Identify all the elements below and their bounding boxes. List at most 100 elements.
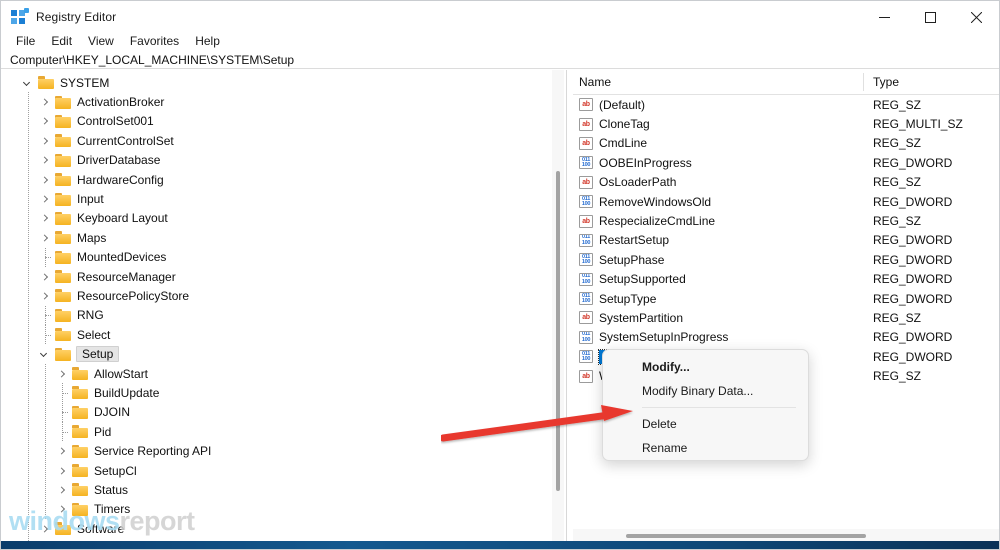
chevron-right-icon[interactable] <box>40 137 49 145</box>
chevron-right-icon[interactable] <box>40 98 49 106</box>
tree-item-maps[interactable]: Maps <box>2 228 566 247</box>
chevron-right-icon[interactable] <box>40 117 49 126</box>
chevron-right-icon[interactable] <box>57 505 66 513</box>
chevron-down-icon[interactable] <box>39 350 48 358</box>
context-menu-item-rename[interactable]: Rename <box>603 436 808 460</box>
address-bar[interactable]: Computer\HKEY_LOCAL_MACHINE\SYSTEM\Setup <box>1 51 999 69</box>
value-row[interactable]: 011 100 RemoveWindowsOld REG_DWORD <box>573 192 999 211</box>
chevron-right-icon[interactable] <box>40 195 49 203</box>
context-menu-item-modify-binary-data[interactable]: Modify Binary Data... <box>603 379 808 403</box>
dword-value-icon: 011 100 <box>579 272 593 286</box>
dword-value-icon: 011 100 <box>579 195 593 209</box>
tree-item-pid[interactable]: Pid <box>2 422 566 442</box>
tree-item-keyboard-layout[interactable]: Keyboard Layout <box>2 209 566 228</box>
tree-item-allowstart[interactable]: AllowStart <box>2 364 566 383</box>
registry-editor-window: Registry Editor File Edit View Favorites… <box>0 0 1000 550</box>
folder-icon <box>55 270 71 284</box>
menu-favorites[interactable]: Favorites <box>122 32 187 50</box>
value-row[interactable]: ab RespecializeCmdLine REG_SZ <box>573 211 999 230</box>
string-value-icon: ab <box>579 214 593 228</box>
tree-item-timers[interactable]: Timers <box>2 500 566 519</box>
folder-icon <box>72 444 88 458</box>
minimize-icon[interactable] <box>861 1 907 33</box>
context-menu-item-modify[interactable]: Modify... <box>603 355 808 379</box>
tree-item-input[interactable]: Input <box>2 189 566 208</box>
chevron-right-icon[interactable] <box>40 214 49 222</box>
registry-values-pane[interactable]: Name Type ab (Default) REG_SZab CloneTag REG… <box>573 70 999 543</box>
values-scrollbar-thumb[interactable] <box>626 534 866 538</box>
chevron-right-icon[interactable] <box>57 486 66 494</box>
tree-item-label: Service Reporting API <box>94 444 212 459</box>
tree-item-hardwareconfig[interactable]: HardwareConfig <box>2 170 566 189</box>
tree-connector-stub <box>62 412 68 414</box>
chevron-right-icon[interactable] <box>40 525 49 533</box>
string-value-icon: ab <box>579 117 593 131</box>
value-row[interactable]: ab (Default) REG_SZ <box>573 95 999 114</box>
value-row[interactable]: 011 100 SetupType REG_DWORD <box>573 289 999 308</box>
tree-item-label: Keyboard Layout <box>77 211 168 226</box>
maximize-icon[interactable] <box>907 1 953 33</box>
value-row[interactable]: 011 100 OOBEInProgress REG_DWORD <box>573 153 999 172</box>
chevron-right-icon[interactable] <box>57 466 66 475</box>
tree-item-label: DJOIN <box>94 405 130 420</box>
chevron-right-icon[interactable] <box>40 292 49 300</box>
folder-icon <box>55 308 71 322</box>
tree-item-buildupdate[interactable]: BuildUpdate <box>2 383 566 403</box>
tree-item-setup[interactable]: Setup <box>2 344 566 363</box>
value-row[interactable]: 011 100 RestartSetup REG_DWORD <box>573 231 999 250</box>
value-name: RespecializeCmdLine <box>599 214 716 229</box>
pane-splitter[interactable] <box>566 70 573 543</box>
value-row[interactable]: 011 100 SetupSupported REG_DWORD <box>573 270 999 289</box>
tree-item-mounteddevices[interactable]: MountedDevices <box>2 247 566 267</box>
tree-item-currentcontrolset[interactable]: CurrentControlSet <box>2 131 566 150</box>
chevron-right-icon[interactable] <box>57 370 66 378</box>
value-name: SetupType <box>599 291 657 306</box>
close-icon[interactable] <box>953 1 999 33</box>
column-divider[interactable] <box>863 73 864 91</box>
value-row[interactable]: 011 100 SystemSetupInProgress REG_DWORD <box>573 328 999 347</box>
tree-item-system[interactable]: SYSTEM <box>2 73 566 92</box>
chevron-right-icon[interactable] <box>40 273 49 281</box>
tree-item-label: BuildUpdate <box>94 385 160 400</box>
tree-item-label: AllowStart <box>94 366 149 381</box>
tree-scrollbar-thumb[interactable] <box>556 171 560 491</box>
tree-item-driverdatabase[interactable]: DriverDatabase <box>2 151 566 170</box>
tree-item-status[interactable]: Status <box>2 480 566 499</box>
registry-key-tree-pane[interactable]: SYSTEM ActivationBroker ControlSet001 Curre… <box>2 70 566 543</box>
value-row[interactable]: ab OsLoaderPath REG_SZ <box>573 173 999 192</box>
value-row[interactable]: ab CloneTag REG_MULTI_SZ <box>573 114 999 133</box>
value-row[interactable]: ab CmdLine REG_SZ <box>573 134 999 153</box>
tree-item-resourcemanager[interactable]: ResourceManager <box>2 267 566 286</box>
value-row[interactable]: 011 100 SetupPhase REG_DWORD <box>573 250 999 269</box>
value-type: REG_SZ <box>873 369 922 384</box>
tree-item-label: Setup <box>76 346 120 363</box>
folder-icon <box>72 386 88 400</box>
value-name: SystemSetupInProgress <box>599 330 729 345</box>
tree-item-software[interactable]: Software <box>2 519 566 538</box>
tree-item-label: ActivationBroker <box>77 95 165 110</box>
column-header-type[interactable]: Type <box>873 75 899 89</box>
tree-item-resourcepolicystore[interactable]: ResourcePolicyStore <box>2 286 566 305</box>
menu-help[interactable]: Help <box>187 32 228 50</box>
tree-item-controlset001[interactable]: ControlSet001 <box>2 112 566 131</box>
tree-item-service-reporting-api[interactable]: Service Reporting API <box>2 441 566 460</box>
tree-item-rng[interactable]: RNG <box>2 305 566 325</box>
menu-file[interactable]: File <box>8 32 43 50</box>
chevron-right-icon[interactable] <box>57 447 66 455</box>
menu-edit[interactable]: Edit <box>43 32 80 50</box>
column-header-name[interactable]: Name <box>579 75 611 89</box>
tree-item-djoin[interactable]: DJOIN <box>2 402 566 422</box>
context-menu-item-delete[interactable]: Delete <box>603 412 808 436</box>
tree-item-label: RNG <box>77 308 104 323</box>
menu-view[interactable]: View <box>80 32 122 50</box>
tree-item-select[interactable]: Select <box>2 325 566 345</box>
chevron-down-icon[interactable] <box>22 78 31 86</box>
context-menu-separator <box>642 407 796 408</box>
value-name: CloneTag <box>599 117 650 132</box>
chevron-right-icon[interactable] <box>40 234 49 242</box>
chevron-right-icon[interactable] <box>40 176 49 184</box>
tree-item-activationbroker[interactable]: ActivationBroker <box>2 92 566 111</box>
value-row[interactable]: ab SystemPartition REG_SZ <box>573 308 999 327</box>
chevron-right-icon[interactable] <box>40 156 49 164</box>
tree-item-setupcl[interactable]: SetupCl <box>2 461 566 480</box>
